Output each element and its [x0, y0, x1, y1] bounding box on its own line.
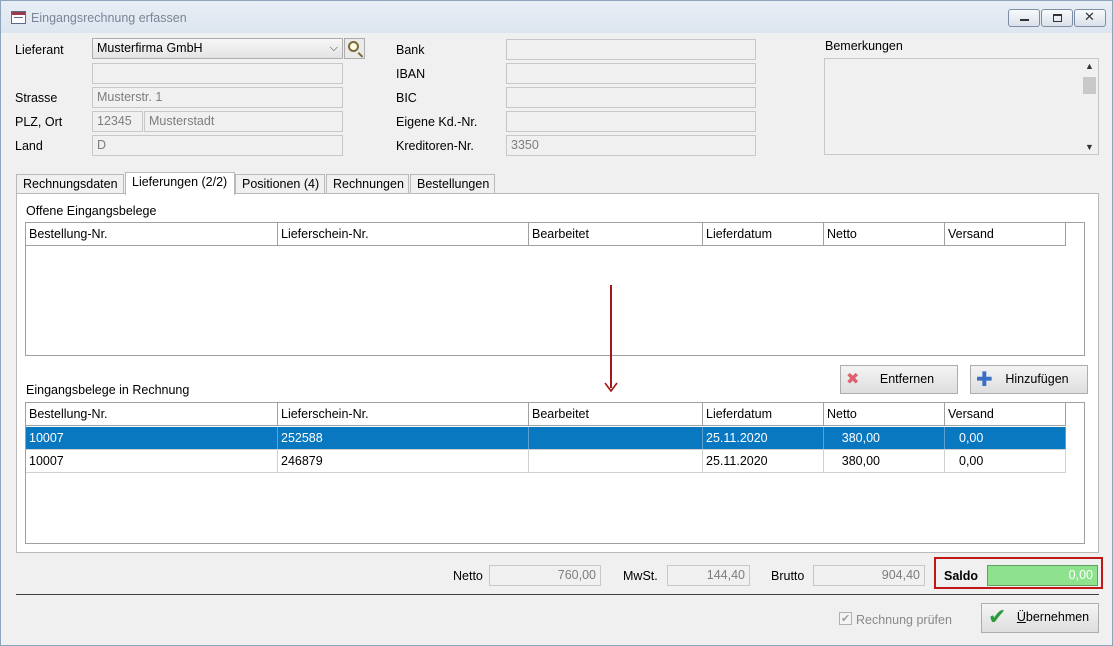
eigene-kdnr-label: Eigene Kd.-Nr. [396, 115, 478, 129]
netto-label: Netto [453, 569, 483, 583]
lieferant-value: Musterfirma GmbH [97, 41, 203, 55]
eigene-kdnr-field[interactable] [506, 111, 756, 132]
col-netto[interactable]: Netto [824, 403, 945, 425]
col-bearbeitet[interactable]: Bearbeitet [529, 403, 703, 425]
window-title: Eingangsrechnung erfassen [31, 11, 187, 25]
plz-ort-label: PLZ, Ort [15, 115, 63, 129]
bic-field[interactable] [506, 87, 756, 108]
land-field[interactable]: D [92, 135, 343, 156]
eingangsbelege-title: Eingangsbelege in Rechnung [26, 383, 190, 397]
col-lieferschein[interactable]: Lieferschein-Nr. [278, 403, 529, 425]
name2-field[interactable] [92, 63, 343, 84]
tab-rechnungen[interactable]: Rechnungen [326, 174, 409, 194]
brutto-field: 904,40 [813, 565, 925, 586]
bemerkungen-memo[interactable]: ▲ ▼ [824, 58, 1099, 155]
kreditoren-field[interactable]: 3350 [506, 135, 756, 156]
lieferant-search-button[interactable] [344, 38, 365, 59]
cell-bestellung: 10007 [26, 427, 278, 449]
col-lieferdatum[interactable]: Lieferdatum [703, 403, 824, 425]
rechnung-pruefen-label[interactable]: Rechnung prüfen [856, 613, 952, 627]
cell-bestellung: 10007 [26, 450, 278, 472]
bemerkungen-label: Bemerkungen [825, 39, 903, 53]
cell-versand: 0,00 [945, 450, 1066, 472]
scroll-thumb[interactable] [1083, 77, 1096, 94]
minimize-button[interactable] [1008, 9, 1040, 27]
tab-positionen[interactable]: Positionen (4) [235, 174, 325, 194]
table-row[interactable]: 10007 252588 25.11.2020 380,00 0,00 [26, 427, 1066, 450]
iban-field[interactable] [506, 63, 756, 84]
col-lieferschein[interactable]: Lieferschein-Nr. [278, 223, 529, 245]
close-button[interactable]: ✕ [1074, 9, 1106, 27]
cell-lieferdatum: 25.11.2020 [703, 427, 824, 449]
invoice-window: Eingangsrechnung erfassen ✕ Lieferant Mu… [0, 0, 1113, 646]
scroll-up-icon[interactable]: ▲ [1085, 61, 1094, 71]
invoice-receipts-grid[interactable]: Bestellung-Nr. Lieferschein-Nr. Bearbeit… [25, 402, 1085, 544]
col-bestellung[interactable]: Bestellung-Nr. [26, 223, 278, 245]
lieferant-combo[interactable]: Musterfirma GmbH ⌵ [92, 38, 343, 59]
ort-field[interactable]: Musterstadt [144, 111, 343, 132]
tab-bestellungen[interactable]: Bestellungen [410, 174, 495, 194]
cell-lieferdatum: 25.11.2020 [703, 450, 824, 472]
uebernehmen-button[interactable]: ✔ Übernehmen [981, 603, 1099, 633]
cell-netto: 380,00 [824, 450, 945, 472]
bank-label: Bank [396, 43, 425, 57]
tab-rechnungsdaten[interactable]: Rechnungsdaten [16, 174, 124, 194]
bic-label: BIC [396, 91, 417, 105]
open-receipts-header: Bestellung-Nr. Lieferschein-Nr. Bearbeit… [26, 223, 1066, 246]
title-bar: Eingangsrechnung erfassen ✕ [1, 1, 1112, 33]
col-versand[interactable]: Versand [945, 403, 1066, 425]
saldo-label: Saldo [944, 569, 979, 583]
scroll-down-icon[interactable]: ▼ [1085, 142, 1094, 152]
open-receipts-grid[interactable]: Bestellung-Nr. Lieferschein-Nr. Bearbeit… [25, 222, 1085, 356]
close-icon: ✕ [1084, 10, 1095, 25]
cell-netto: 380,00 [824, 427, 945, 449]
col-bearbeitet[interactable]: Bearbeitet [529, 223, 703, 245]
iban-label: IBAN [396, 67, 426, 81]
cell-bearbeitet [529, 450, 703, 472]
land-label: Land [15, 139, 43, 153]
annotation-arrow-line [610, 285, 612, 388]
lieferant-label: Lieferant [15, 43, 64, 57]
kreditoren-label: Kreditoren-Nr. [396, 139, 474, 153]
maximize-icon [1053, 14, 1062, 22]
table-row[interactable]: 10007 246879 25.11.2020 380,00 0,00 [26, 450, 1066, 473]
footer-separator [16, 594, 1099, 595]
entfernen-button[interactable]: ✖ Entfernen [840, 365, 958, 394]
minimize-icon [1020, 19, 1029, 21]
strasse-field[interactable]: Musterstr. 1 [92, 87, 343, 108]
col-netto[interactable]: Netto [824, 223, 945, 245]
rechnung-pruefen-checkbox[interactable]: ✔ [839, 612, 852, 625]
col-lieferdatum[interactable]: Lieferdatum [703, 223, 824, 245]
saldo-field: 0,00 [987, 565, 1098, 586]
uebernehmen-accesskey: Ü [1016, 610, 1026, 624]
cell-versand: 0,00 [945, 427, 1066, 449]
offene-belege-title: Offene Eingangsbelege [26, 204, 157, 218]
chevron-down-icon: ⌵ [329, 42, 338, 54]
app-icon [11, 11, 26, 24]
strasse-label: Strasse [15, 91, 58, 105]
memo-scrollbar[interactable]: ▲ ▼ [1081, 59, 1098, 154]
netto-field: 760,00 [489, 565, 601, 586]
annotation-arrow-head [604, 382, 618, 393]
col-versand[interactable]: Versand [945, 223, 1066, 245]
search-icon [348, 41, 359, 52]
brutto-label: Brutto [771, 569, 805, 583]
mwst-field: 144,40 [667, 565, 750, 586]
hinzufuegen-button[interactable]: ✚ Hinzufügen [970, 365, 1088, 394]
cell-lieferschein: 252588 [278, 427, 529, 449]
uebernehmen-label: bernehmen [1025, 610, 1090, 624]
bank-field[interactable] [506, 39, 756, 60]
cell-lieferschein: 246879 [278, 450, 529, 472]
col-bestellung[interactable]: Bestellung-Nr. [26, 403, 278, 425]
invoice-receipts-header: Bestellung-Nr. Lieferschein-Nr. Bearbeit… [26, 403, 1066, 426]
maximize-button[interactable] [1041, 9, 1073, 27]
cell-bearbeitet [529, 427, 703, 449]
plz-field[interactable]: 12345 [92, 111, 143, 132]
mwst-label: MwSt. [623, 569, 658, 583]
tab-lieferungen[interactable]: Lieferungen (2/2) [125, 172, 235, 195]
